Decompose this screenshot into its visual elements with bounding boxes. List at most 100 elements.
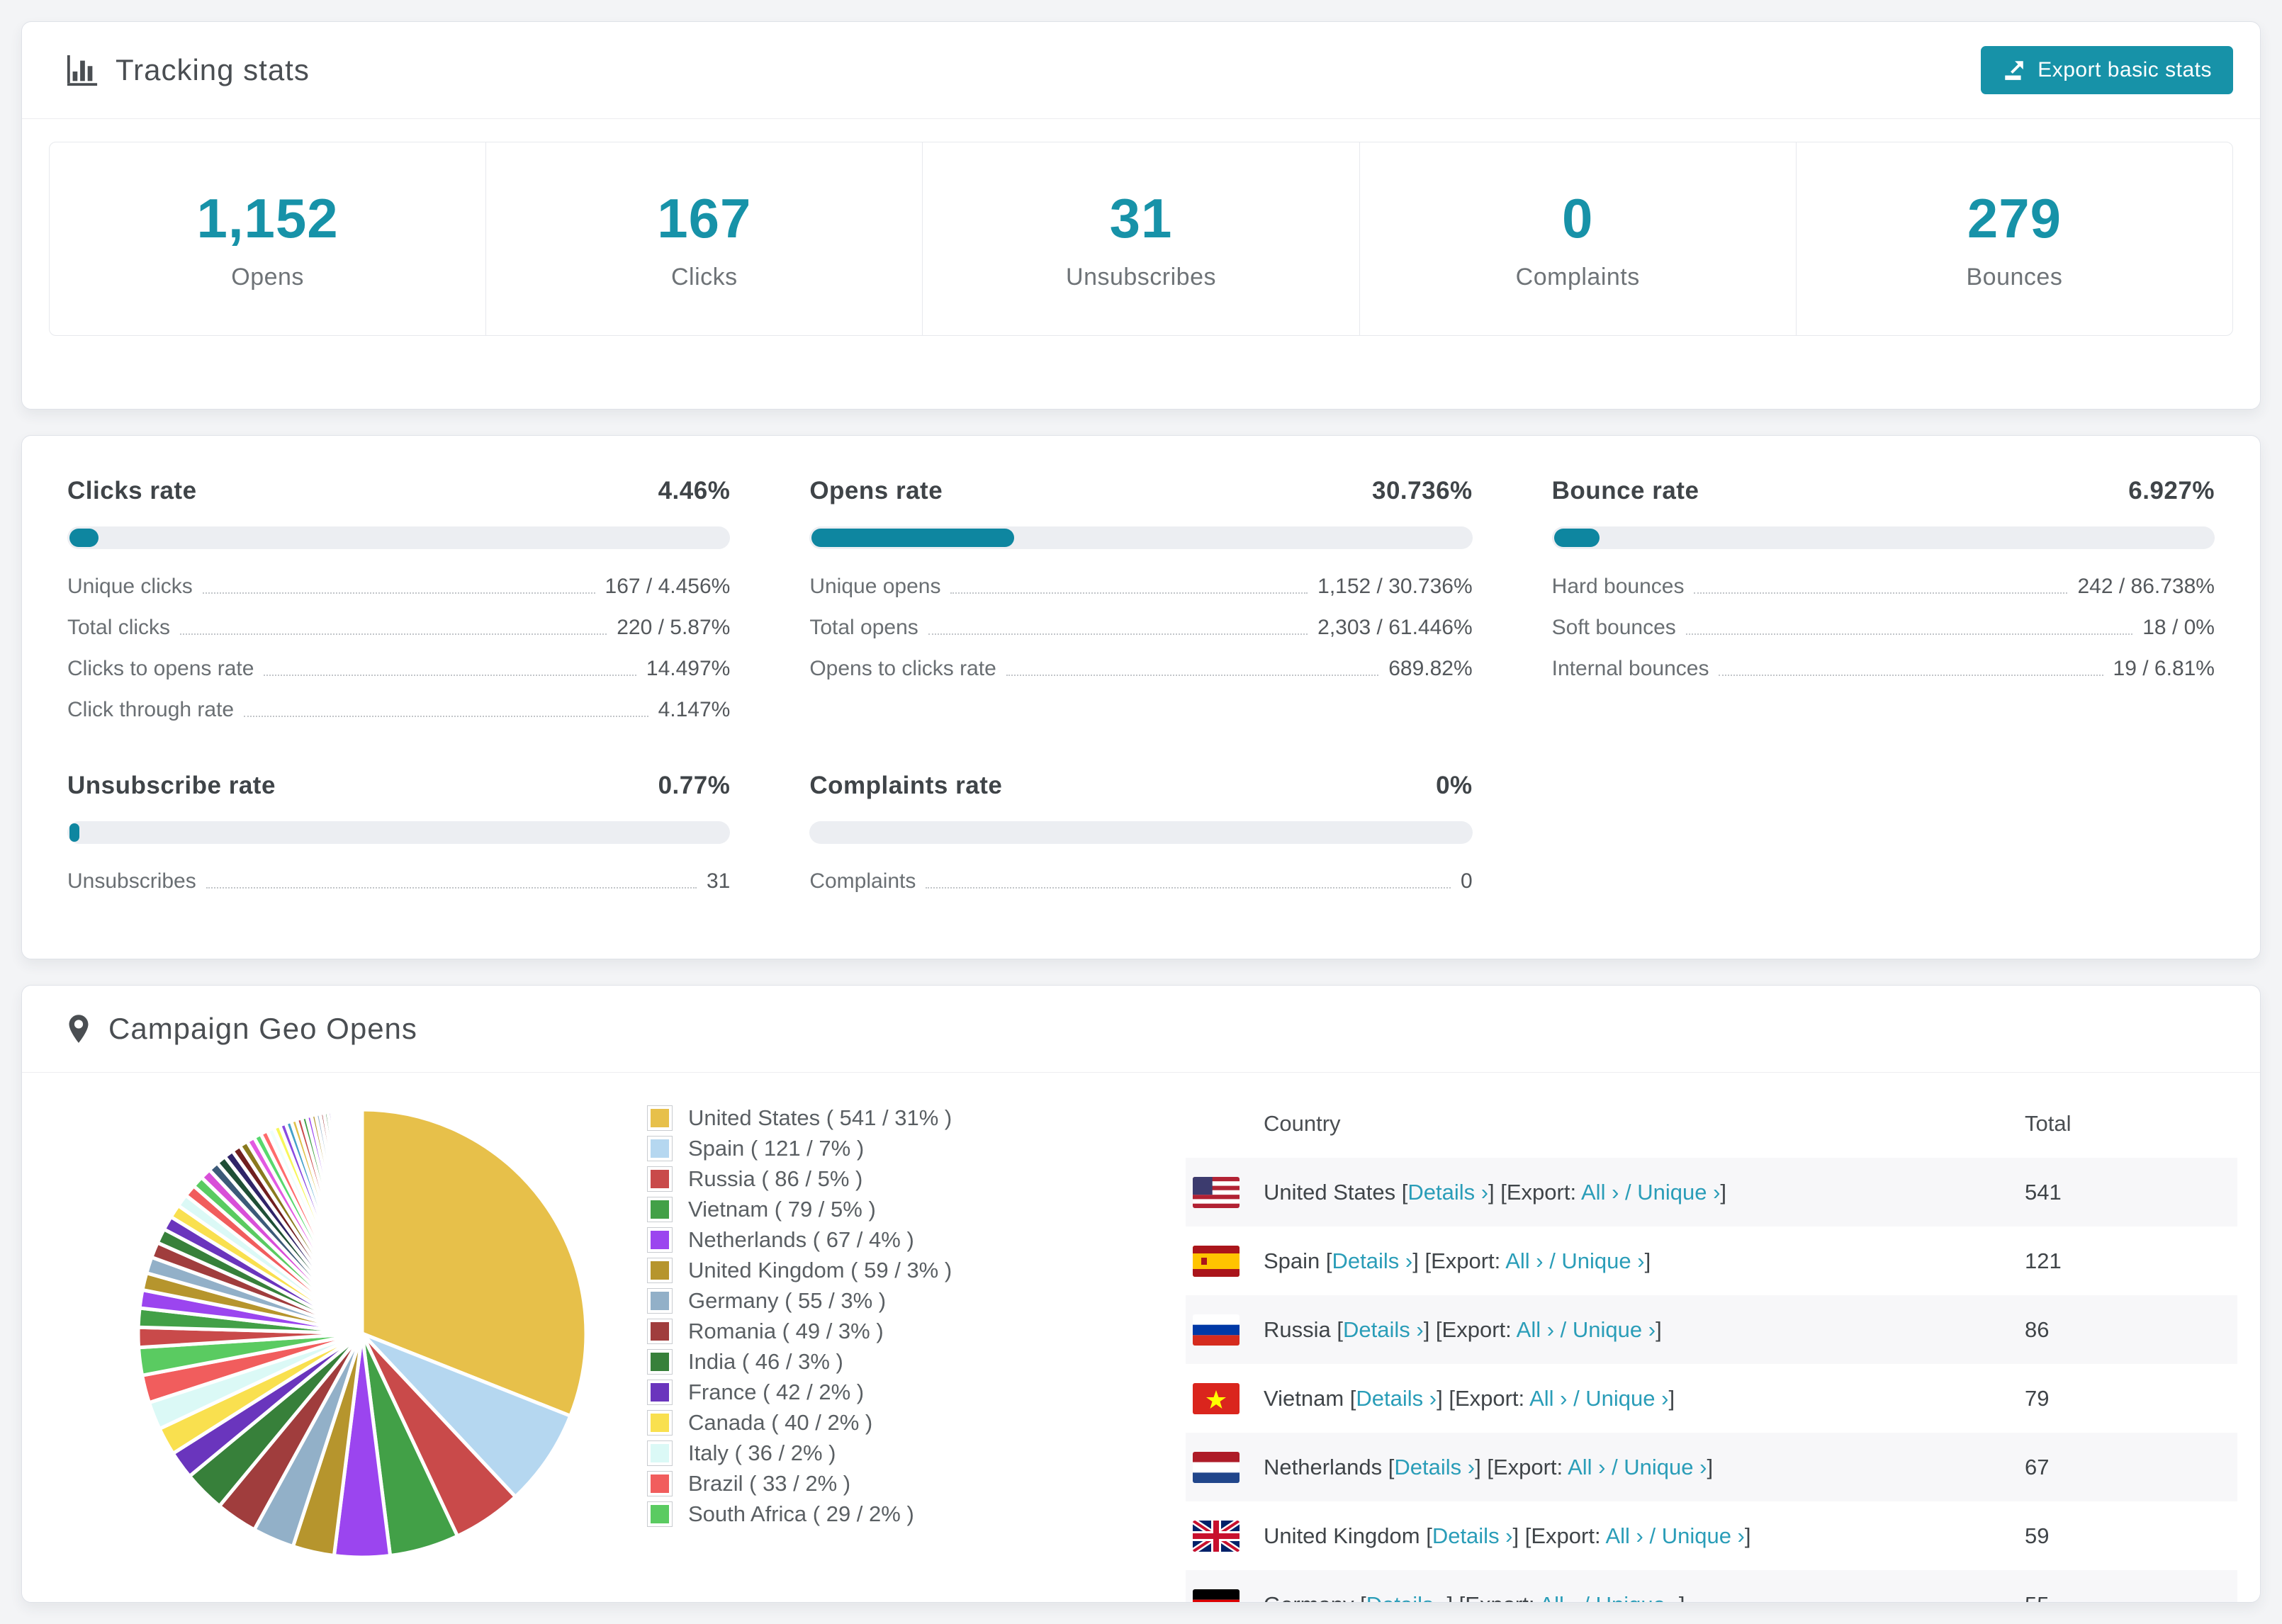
rate-metrics: Unique opens 1,152 / 30.736% Total opens 2,…	[809, 566, 1472, 689]
link-separator: /	[1554, 1316, 1573, 1342]
tracking-stats-title: Tracking stats	[116, 53, 310, 86]
country-flag-ru-icon	[1193, 1314, 1240, 1346]
metric-leader	[202, 592, 595, 594]
stat-label: Complaints	[1515, 264, 1640, 291]
rate-progress-track	[809, 821, 1473, 844]
details-link[interactable]: Details ›	[1366, 1592, 1447, 1603]
country-name: Vietnam	[1264, 1385, 1350, 1411]
export-all-link[interactable]: All ›	[1581, 1180, 1619, 1205]
rate-metrics: Hard bounces 242 / 86.738% Soft bounces 18 …	[1552, 566, 2215, 689]
stat-label: Opens	[231, 264, 304, 291]
export-unique-link[interactable]: Unique ›	[1561, 1248, 1644, 1273]
metric-label: Unique opens	[809, 575, 941, 598]
rate-metric-row: Unsubscribes 31	[67, 861, 730, 902]
bracket: [	[1325, 1248, 1332, 1273]
rate-head: Clicks rate 4.46%	[67, 477, 730, 505]
legend-swatch-color	[651, 1443, 669, 1462]
details-link[interactable]: Details ›	[1332, 1248, 1413, 1273]
metric-value: 689.82%	[1388, 657, 1473, 680]
rate-block-clicks-rate: Clicks rate 4.46% Unique clicks 167 / 4.456…	[67, 477, 731, 731]
metric-leader	[928, 633, 1308, 635]
metric-leader	[180, 633, 607, 635]
export-all-link[interactable]: All ›	[1605, 1523, 1643, 1548]
details-link[interactable]: Details ›	[1432, 1523, 1513, 1548]
tracking-stats-card: Tracking stats Export basic stats 1,152 O…	[21, 21, 2261, 410]
legend-swatch	[647, 1348, 673, 1375]
legend-swatch-color	[651, 1352, 669, 1371]
stat-value: 0	[1562, 187, 1594, 249]
metric-value: 18 / 0%	[2142, 616, 2215, 639]
legend-label: Italy ( 36 / 2% )	[688, 1440, 836, 1465]
rate-block-bounce-rate: Bounce rate 6.927% Hard bounces 242 / 86.73…	[1551, 477, 2215, 731]
column-country: Country	[1264, 1111, 1341, 1136]
geo-table-rows: United States [Details ›] [Export: All ›…	[1186, 1158, 2237, 1603]
rate-value: 0%	[1436, 772, 1473, 799]
legend-swatch	[647, 1196, 673, 1222]
metric-label: Total clicks	[67, 616, 171, 639]
legend-label: South Africa ( 29 / 2% )	[688, 1501, 914, 1526]
rate-metric-row: Internal bounces 19 / 6.81%	[1552, 648, 2215, 689]
legend-item-russia: Russia ( 86 / 5% )	[647, 1163, 1044, 1194]
metric-leader	[1685, 633, 2133, 635]
rate-progress-track	[67, 821, 731, 844]
country-name: Spain	[1264, 1248, 1326, 1273]
summary-stats-row: 1,152 Opens 167 Clicks 31 Unsubscribes 0 Compla…	[49, 142, 2233, 336]
metric-value: 0	[1460, 869, 1473, 893]
row-total: 55	[2025, 1592, 2237, 1603]
export-all-link[interactable]: All ›	[1529, 1386, 1567, 1411]
rate-metrics: Unique clicks 167 / 4.456% Total clicks 220…	[67, 566, 730, 731]
rate-head: Opens rate 30.736%	[809, 477, 1472, 505]
rate-title: Opens rate	[809, 477, 943, 504]
export-basic-stats-button[interactable]: Export basic stats	[1981, 46, 2233, 94]
export-unique-link[interactable]: Unique ›	[1637, 1180, 1720, 1205]
legend-item-germany: Germany ( 55 / 3% )	[647, 1285, 1044, 1316]
export-unique-link[interactable]: Unique ›	[1596, 1592, 1679, 1603]
bracket: ]	[1720, 1179, 1727, 1205]
details-link[interactable]: Details ›	[1343, 1317, 1424, 1342]
metric-label: Unique clicks	[67, 575, 193, 598]
details-link[interactable]: Details ›	[1356, 1386, 1437, 1411]
export-unique-link[interactable]: Unique ›	[1662, 1523, 1745, 1548]
country-name: United Kingdom	[1264, 1523, 1427, 1548]
legend-item-south-africa: South Africa ( 29 / 2% )	[647, 1499, 1044, 1529]
export-unique-link[interactable]: Unique ›	[1573, 1317, 1656, 1342]
export-all-link[interactable]: All ›	[1505, 1248, 1543, 1273]
legend-swatch	[647, 1379, 673, 1405]
legend-swatch-color	[651, 1200, 669, 1219]
legend-item-canada: Canada ( 40 / 2% )	[647, 1407, 1044, 1438]
country-name: Russia	[1264, 1316, 1337, 1342]
legend-label: Romania ( 49 / 3% )	[688, 1318, 884, 1343]
rate-value: 30.736%	[1371, 477, 1473, 504]
export-unique-link[interactable]: Unique ›	[1585, 1386, 1668, 1411]
link-separator: /	[1543, 1248, 1562, 1273]
country-cell: Russia [Details ›] [Export: All › / Uniq…	[1240, 1317, 2025, 1343]
metric-leader	[926, 887, 1451, 889]
export-all-link[interactable]: All ›	[1539, 1592, 1577, 1603]
legend-swatch-color	[651, 1230, 669, 1249]
stat-value: 167	[657, 187, 752, 249]
rate-title: Bounce rate	[1551, 477, 1699, 504]
metric-label: Hard bounces	[1551, 575, 1685, 598]
details-link[interactable]: Details ›	[1394, 1455, 1475, 1479]
country-flag-es-icon	[1193, 1245, 1240, 1277]
legend-item-france: France ( 42 / 2% )	[647, 1377, 1044, 1407]
bracket: ]	[1707, 1454, 1714, 1479]
legend-item-italy: Italy ( 36 / 2% )	[647, 1438, 1044, 1468]
country-cell: Germany [Details ›] [Export: All › / Uni…	[1240, 1592, 2025, 1603]
export-unique-link[interactable]: Unique ›	[1624, 1455, 1707, 1479]
export-button-label: Export basic stats	[2038, 58, 2212, 81]
legend-swatch	[647, 1318, 673, 1344]
legend-label: United States ( 541 / 31% )	[688, 1105, 952, 1130]
details-link[interactable]: Details ›	[1407, 1180, 1488, 1205]
metric-leader	[1694, 592, 2068, 594]
pie-slice-other[interactable]	[358, 1107, 364, 1336]
bracket: ] [Export:	[1488, 1179, 1581, 1205]
export-all-link[interactable]: All ›	[1517, 1317, 1554, 1342]
rates-card: Clicks rate 4.46% Unique clicks 167 / 4.456…	[21, 435, 2261, 959]
tracking-stats-header: Tracking stats Export basic stats	[22, 22, 2260, 119]
legend-swatch	[647, 1166, 673, 1192]
export-all-link[interactable]: All ›	[1568, 1455, 1605, 1479]
legend-swatch-color	[651, 1108, 669, 1127]
table-row-germany: Germany [Details ›] [Export: All › / Uni…	[1186, 1570, 2237, 1603]
table-row-russia: Russia [Details ›] [Export: All › / Uniq…	[1186, 1295, 2237, 1364]
